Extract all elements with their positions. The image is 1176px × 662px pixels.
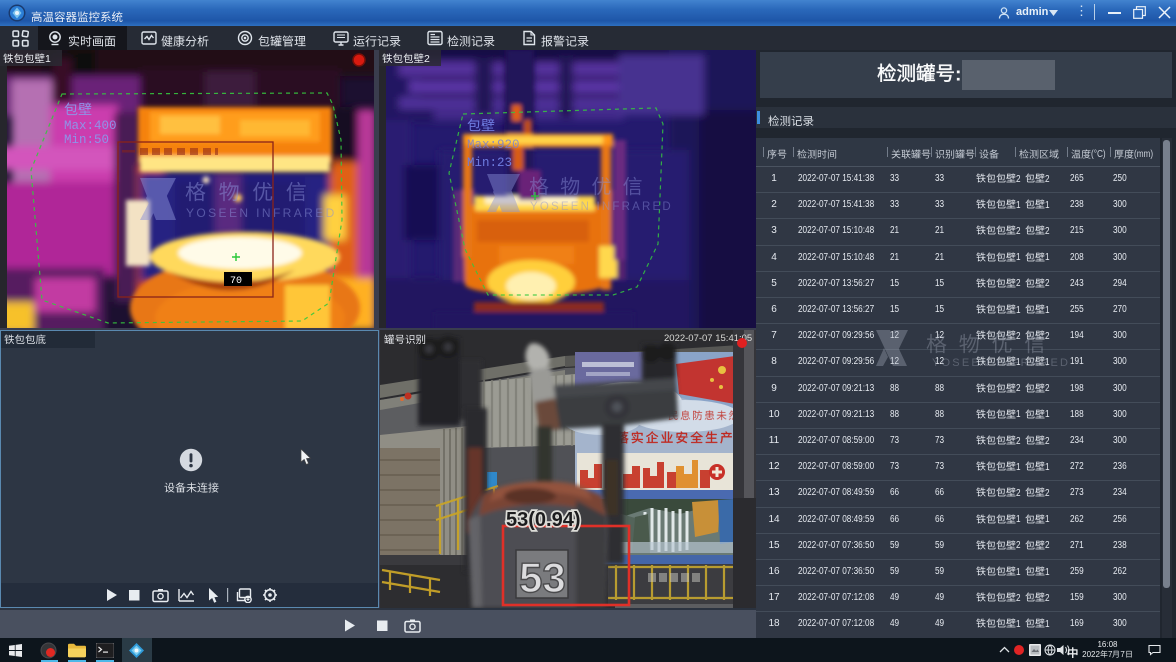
svg-text:YOSEEN INFRARED: YOSEEN INFRARED xyxy=(186,206,337,220)
svg-text:Max:920: Max:920 xyxy=(467,138,520,152)
svg-text:Max:400: Max:400 xyxy=(64,119,117,133)
svg-text:YOSEEN INFRARED: YOSEEN INFRARED xyxy=(932,357,1068,369)
svg-text:70: 70 xyxy=(230,276,242,287)
svg-text:Min:50: Min:50 xyxy=(64,133,109,147)
svg-text:YOSEEN INFRARED: YOSEEN INFRARED xyxy=(530,201,673,213)
svg-text:Min:23: Min:23 xyxy=(467,156,512,170)
svg-text:53(0.94): 53(0.94) xyxy=(506,509,581,531)
svg-text:53: 53 xyxy=(519,554,566,601)
